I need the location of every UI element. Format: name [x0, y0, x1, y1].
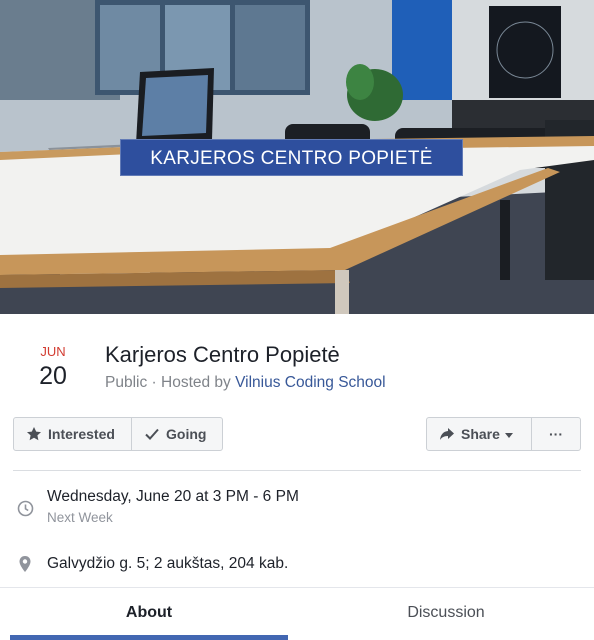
share-arrow-icon — [439, 426, 455, 442]
chevron-down-icon — [504, 432, 513, 438]
event-time-relative: Next Week — [47, 510, 113, 525]
host-link[interactable]: Vilnius Coding School — [235, 374, 386, 391]
share-button[interactable]: Share — [427, 418, 531, 450]
event-day: 20 — [39, 362, 67, 390]
event-cover-photo: KARJEROS CENTRO POPIETĖ — [0, 0, 594, 314]
more-options-button[interactable]: ··· — [531, 418, 580, 450]
cover-banner: KARJEROS CENTRO POPIETĖ — [120, 139, 463, 176]
meta-separator: · — [147, 374, 161, 391]
event-time[interactable]: Wednesday, June 20 at 3 PM - 6 PM — [47, 487, 299, 507]
check-icon — [144, 426, 160, 442]
star-icon — [26, 426, 42, 442]
tab-about[interactable]: About — [10, 603, 288, 623]
clock-icon — [16, 499, 34, 517]
interested-button[interactable]: Interested — [14, 418, 131, 450]
going-label: Going — [166, 426, 207, 442]
rsvp-buttons: Interested Going — [13, 417, 223, 451]
event-privacy: Public — [105, 374, 148, 391]
event-title: Karjeros Centro Popietė — [105, 342, 340, 367]
event-meta: Public · Hosted by Vilnius Coding School — [105, 374, 386, 392]
share-label: Share — [461, 426, 500, 442]
tab-discussion[interactable]: Discussion — [307, 603, 585, 623]
going-button[interactable]: Going — [131, 418, 222, 450]
interested-label: Interested — [48, 426, 115, 442]
active-tab-indicator — [10, 635, 288, 640]
event-month: JUN — [40, 344, 66, 359]
map-pin-icon — [16, 555, 34, 573]
tabs-divider — [0, 587, 594, 588]
share-buttons: Share ··· — [426, 417, 581, 451]
event-location[interactable]: Galvydžio g. 5; 2 aukštas, 204 kab. — [47, 554, 288, 574]
hosted-by-prefix: Hosted by — [161, 374, 236, 391]
more-label: ··· — [549, 426, 563, 442]
section-divider — [13, 470, 581, 471]
event-date: JUN 20 — [22, 344, 84, 392]
